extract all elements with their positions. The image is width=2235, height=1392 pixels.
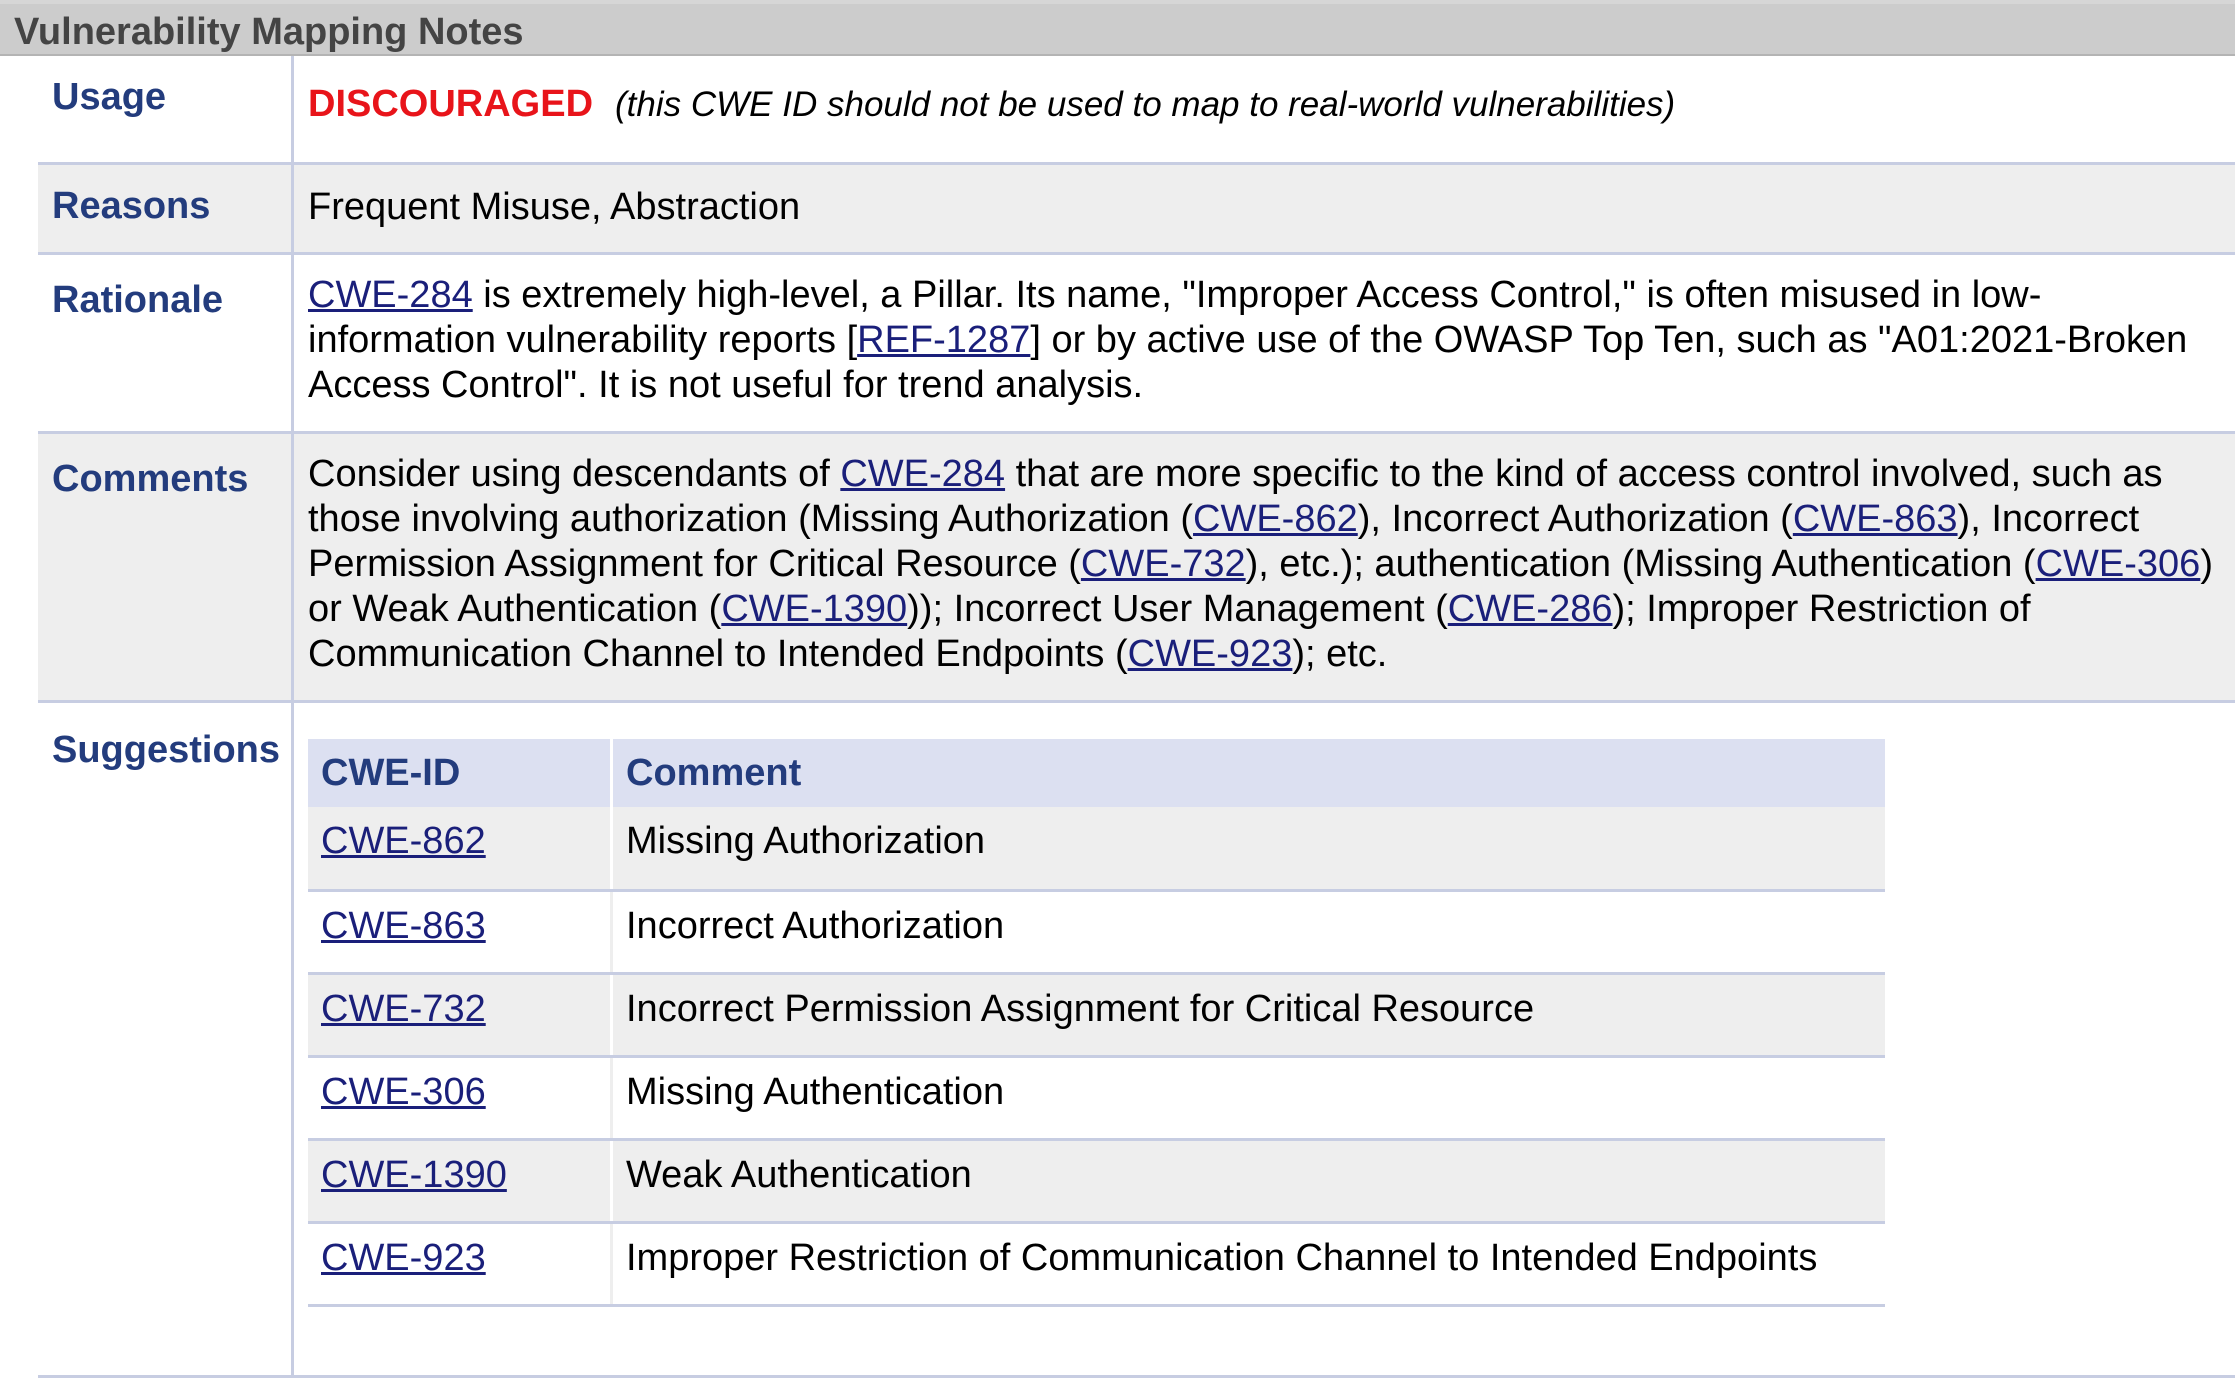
cwe-id-cell: CWE-923 [308,1222,613,1307]
cwe-306-link[interactable]: CWE-306 [321,1071,486,1113]
cwe-923-link[interactable]: CWE-923 [1128,633,1293,675]
rationale-label: Rationale [38,255,294,431]
table-row: CWE-862 Missing Authorization [308,807,1885,892]
cwe-862-link[interactable]: CWE-862 [321,820,486,862]
comment-cell: Incorrect Permission Assignment for Crit… [611,973,1885,1058]
cwe-863-link[interactable]: CWE-863 [321,905,486,947]
cwe-id-cell: CWE-1390 [308,1139,613,1224]
ref-1287-link[interactable]: REF-1287 [857,319,1030,361]
cwe-732-link[interactable]: CWE-732 [1081,543,1246,585]
reasons-label: Reasons [38,165,294,252]
table-row: CWE-863 Incorrect Authorization [308,890,1885,975]
usage-row: Usage DISCOURAGED (this CWE ID should not… [38,56,2235,165]
comments-row: Comments Consider using descendants of C… [38,434,2235,703]
comment-cell: Incorrect Authorization [611,890,1885,975]
table-row: CWE-306 Missing Authentication [308,1056,1885,1141]
cwe-id-cell: CWE-732 [308,973,613,1058]
comment-cell: Missing Authorization [611,807,1885,892]
comment-cell: Weak Authentication [611,1139,1885,1224]
cwe-id-cell: CWE-862 [308,807,613,892]
rationale-row: Rationale CWE-284 is extremely high-leve… [38,255,2235,434]
section-header: Vulnerability Mapping Notes [0,0,2235,56]
suggestions-value: CWE-ID Comment CWE-862 Missing Authoriza… [294,703,2235,1375]
column-header-comment: Comment [611,739,1885,807]
cwe-286-link[interactable]: CWE-286 [1448,588,1613,630]
reasons-row: Reasons Frequent Misuse, Abstraction [38,165,2235,255]
suggestions-row: Suggestions CWE-ID Comment CWE-862 Missi… [38,703,2235,1378]
cwe-862-link[interactable]: CWE-862 [1193,498,1358,540]
comments-text: )); Incorrect User Management ( [907,588,1448,630]
usage-note: (this CWE ID should not be used to map t… [615,85,1676,124]
table-row: CWE-923 Improper Restriction of Communic… [308,1222,1885,1307]
comments-text: Consider using descendants of [308,453,841,495]
notes-table: Usage DISCOURAGED (this CWE ID should not… [38,56,2235,1378]
cwe-284-link[interactable]: CWE-284 [308,274,473,316]
usage-value: DISCOURAGED (this CWE ID should not be us… [294,56,2235,162]
comments-text: ); etc. [1292,633,1388,675]
cwe-863-link[interactable]: CWE-863 [1793,498,1958,540]
cwe-284-link[interactable]: CWE-284 [840,453,1005,495]
comments-value: Consider using descendants of CWE-284 th… [294,434,2235,700]
comments-label: Comments [38,434,294,700]
reasons-value: Frequent Misuse, Abstraction [308,186,801,228]
cwe-id-cell: CWE-306 [308,1056,613,1141]
suggestions-table: CWE-ID Comment CWE-862 Missing Authoriza… [308,739,1885,1307]
vulnerability-mapping-notes: Vulnerability Mapping Notes Usage DISCOU… [0,0,2235,1392]
usage-label: Usage [38,56,294,162]
cwe-306-link[interactable]: CWE-306 [2036,543,2201,585]
cwe-id-cell: CWE-863 [308,890,613,975]
comments-text: ), Incorrect Authorization ( [1357,498,1793,540]
column-header-cwe-id: CWE-ID [308,739,613,807]
cwe-923-link[interactable]: CWE-923 [321,1237,486,1279]
suggestions-header-row: CWE-ID Comment [308,739,1885,807]
comment-cell: Improper Restriction of Communication Ch… [611,1222,1885,1307]
usage-status: DISCOURAGED [308,83,594,125]
cwe-1390-link[interactable]: CWE-1390 [321,1154,507,1196]
rationale-value: CWE-284 is extremely high-level, a Pilla… [294,255,2235,431]
comment-cell: Missing Authentication [611,1056,1885,1141]
suggestions-label: Suggestions [38,703,294,1375]
comments-text: ), etc.); authentication (Missing Authen… [1245,543,2036,585]
cwe-1390-link[interactable]: CWE-1390 [721,588,907,630]
table-row: CWE-732 Incorrect Permission Assignment … [308,973,1885,1058]
table-row: CWE-1390 Weak Authentication [308,1139,1885,1224]
cwe-732-link[interactable]: CWE-732 [321,988,486,1030]
